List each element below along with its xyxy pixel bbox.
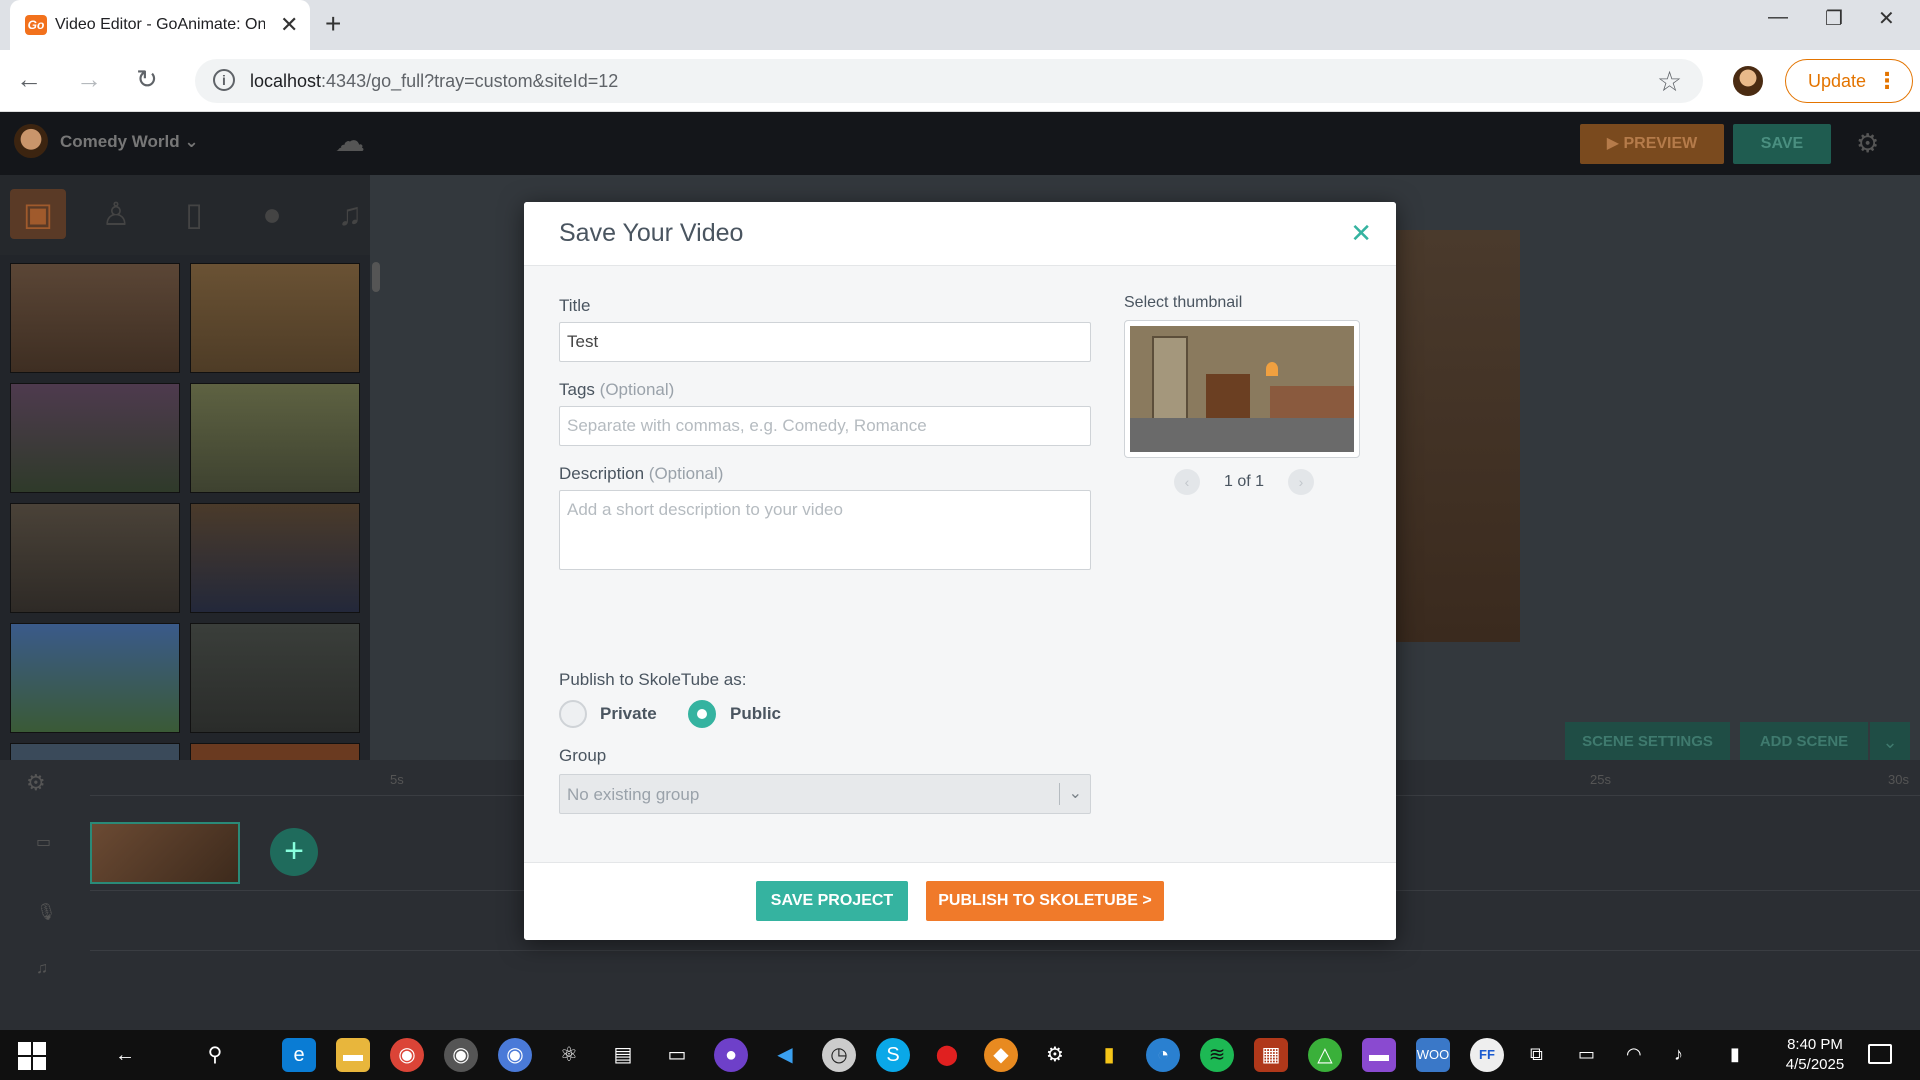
- github-icon[interactable]: ●: [714, 1038, 748, 1072]
- browser-tab-bar: Go Video Editor - GoAnimate: Onl ✕ + — ❐…: [0, 0, 1920, 50]
- thumb-door: [1152, 336, 1188, 420]
- dialog-header: Save Your Video ✕: [524, 202, 1396, 266]
- thumbnail-frame[interactable]: [1124, 320, 1360, 458]
- sticky-notes-icon[interactable]: ▮: [1092, 1038, 1126, 1072]
- volume-icon[interactable]: ♪: [1674, 1044, 1683, 1065]
- title-label: Title: [559, 296, 591, 315]
- back-arrow-icon[interactable]: ←: [108, 1038, 142, 1072]
- site-info-icon[interactable]: i: [213, 69, 235, 91]
- dialog-title: Save Your Video: [559, 219, 744, 247]
- file-explorer-icon[interactable]: ▬: [336, 1038, 370, 1072]
- thumb-lamp: [1266, 362, 1278, 376]
- chevron-down-icon[interactable]: ⌄: [1069, 783, 1082, 803]
- clock-date: 4/5/2025: [1785, 1056, 1845, 1073]
- system-clock[interactable]: 8:40 PM 4/5/2025: [1770, 1035, 1860, 1075]
- battery-icon[interactable]: ▭: [1578, 1044, 1595, 1065]
- public-radio[interactable]: [688, 700, 716, 728]
- microphone-icon[interactable]: ▮: [1730, 1044, 1740, 1065]
- title-input[interactable]: [559, 322, 1091, 362]
- private-label[interactable]: Private: [600, 704, 657, 724]
- notepad-icon[interactable]: ▤: [606, 1038, 640, 1072]
- clock-app-icon[interactable]: ◷: [822, 1038, 856, 1072]
- windows-start-icon[interactable]: [18, 1042, 46, 1070]
- description-label: Description (Optional): [559, 464, 724, 483]
- search-icon[interactable]: ⚲: [198, 1038, 232, 1072]
- update-label: Update: [1808, 71, 1867, 91]
- public-label[interactable]: Public: [730, 704, 781, 724]
- private-radio[interactable]: [559, 700, 587, 728]
- tags-label: Tags (Optional): [559, 380, 675, 399]
- chrome-icon[interactable]: ◉: [390, 1038, 424, 1072]
- woo-icon[interactable]: WOO: [1416, 1038, 1450, 1072]
- vscode-icon[interactable]: ◀: [768, 1038, 802, 1072]
- group-label: Group: [559, 746, 607, 765]
- profile-avatar[interactable]: [1733, 66, 1763, 96]
- previous-thumbnail-icon[interactable]: ‹: [1174, 469, 1200, 495]
- publish-as-label: Publish to SkoleTube as:: [559, 670, 747, 689]
- new-tab-icon[interactable]: +: [325, 8, 341, 40]
- dialog-footer: SAVE PROJECT PUBLISH TO SKOLETUBE >: [524, 862, 1396, 940]
- thumbnail-label: Select thumbnail: [1124, 294, 1243, 311]
- tab-title: Video Editor - GoAnimate: Onl: [55, 16, 265, 33]
- restore-icon[interactable]: ❐: [1825, 6, 1843, 31]
- windows-taskbar: ← ⚲ e ▬ ◉ ◉ ◉ ⚛ ▤ ▭ ● ◀ ◷ S ⬤ ◆ ⚙ ▮ ◔ ≋ …: [0, 1030, 1920, 1080]
- goanimate-favicon-icon: Go: [25, 15, 47, 35]
- thumbnail-pager: ‹ 1 of 1 ›: [1174, 467, 1314, 497]
- spotify-icon[interactable]: ≋: [1200, 1038, 1234, 1072]
- record-icon[interactable]: ⬤: [930, 1038, 964, 1072]
- reload-icon[interactable]: ↻: [136, 64, 158, 95]
- terminal-icon[interactable]: ▭: [660, 1038, 694, 1072]
- thumb-floor: [1130, 418, 1354, 452]
- chromium-icon[interactable]: ◉: [498, 1038, 532, 1072]
- electron-icon[interactable]: ⚛: [552, 1038, 586, 1072]
- browser-icon[interactable]: ◔: [1146, 1038, 1180, 1072]
- update-button[interactable]: Update ⋮: [1785, 59, 1913, 103]
- address-bar[interactable]: i localhost:4343/go_full?tray=custom&sit…: [195, 59, 1703, 103]
- next-thumbnail-icon[interactable]: ›: [1288, 469, 1314, 495]
- window-close-icon[interactable]: ✕: [1878, 6, 1895, 31]
- settings-icon[interactable]: ⚙: [1038, 1038, 1072, 1072]
- tags-input[interactable]: [559, 406, 1091, 446]
- bookmark-star-icon[interactable]: ☆: [1657, 65, 1682, 98]
- publish-to-skoletube-button[interactable]: PUBLISH TO SKOLETUBE >: [926, 881, 1164, 921]
- thumbnail-image: [1130, 326, 1354, 452]
- save-project-button[interactable]: SAVE PROJECT: [756, 881, 908, 921]
- people-icon[interactable]: ⧉: [1530, 1044, 1543, 1065]
- chrome-icon[interactable]: ◉: [444, 1038, 478, 1072]
- back-icon[interactable]: ←: [16, 64, 42, 95]
- tab-close-icon[interactable]: ✕: [280, 12, 298, 38]
- url-text[interactable]: localhost:4343/go_full?tray=custom&siteI…: [250, 71, 618, 92]
- select-divider: [1059, 783, 1060, 805]
- app-icon[interactable]: △: [1308, 1038, 1342, 1072]
- save-video-dialog: Save Your Video ✕ Title Tags (Optional) …: [524, 202, 1396, 940]
- clock-time: 8:40 PM: [1787, 1036, 1843, 1053]
- edge-icon[interactable]: e: [282, 1038, 316, 1072]
- pager-text: 1 of 1: [1223, 473, 1265, 490]
- notifications-icon[interactable]: [1868, 1044, 1892, 1064]
- more-menu-icon[interactable]: ⋮: [1876, 60, 1898, 102]
- description-input[interactable]: [559, 490, 1091, 570]
- browser-toolbar: ← → ↻ i localhost:4343/go_full?tray=cust…: [0, 50, 1920, 112]
- group-select[interactable]: No existing group ⌄: [559, 774, 1091, 814]
- wifi-icon[interactable]: ◠: [1626, 1044, 1642, 1065]
- clapper-icon[interactable]: ▬: [1362, 1038, 1396, 1072]
- group-value: No existing group: [567, 785, 700, 804]
- winrar-icon[interactable]: ▦: [1254, 1038, 1288, 1072]
- forward-icon[interactable]: →: [76, 64, 102, 95]
- fl-studio-icon[interactable]: ◆: [984, 1038, 1018, 1072]
- browser-tab[interactable]: Go Video Editor - GoAnimate: Onl ✕: [10, 0, 310, 50]
- thumb-dresser: [1206, 374, 1250, 418]
- close-icon[interactable]: ✕: [1350, 218, 1372, 249]
- skype-icon[interactable]: S: [876, 1038, 910, 1072]
- ffdec-icon[interactable]: FF: [1470, 1038, 1504, 1072]
- minimize-icon[interactable]: —: [1768, 6, 1788, 29]
